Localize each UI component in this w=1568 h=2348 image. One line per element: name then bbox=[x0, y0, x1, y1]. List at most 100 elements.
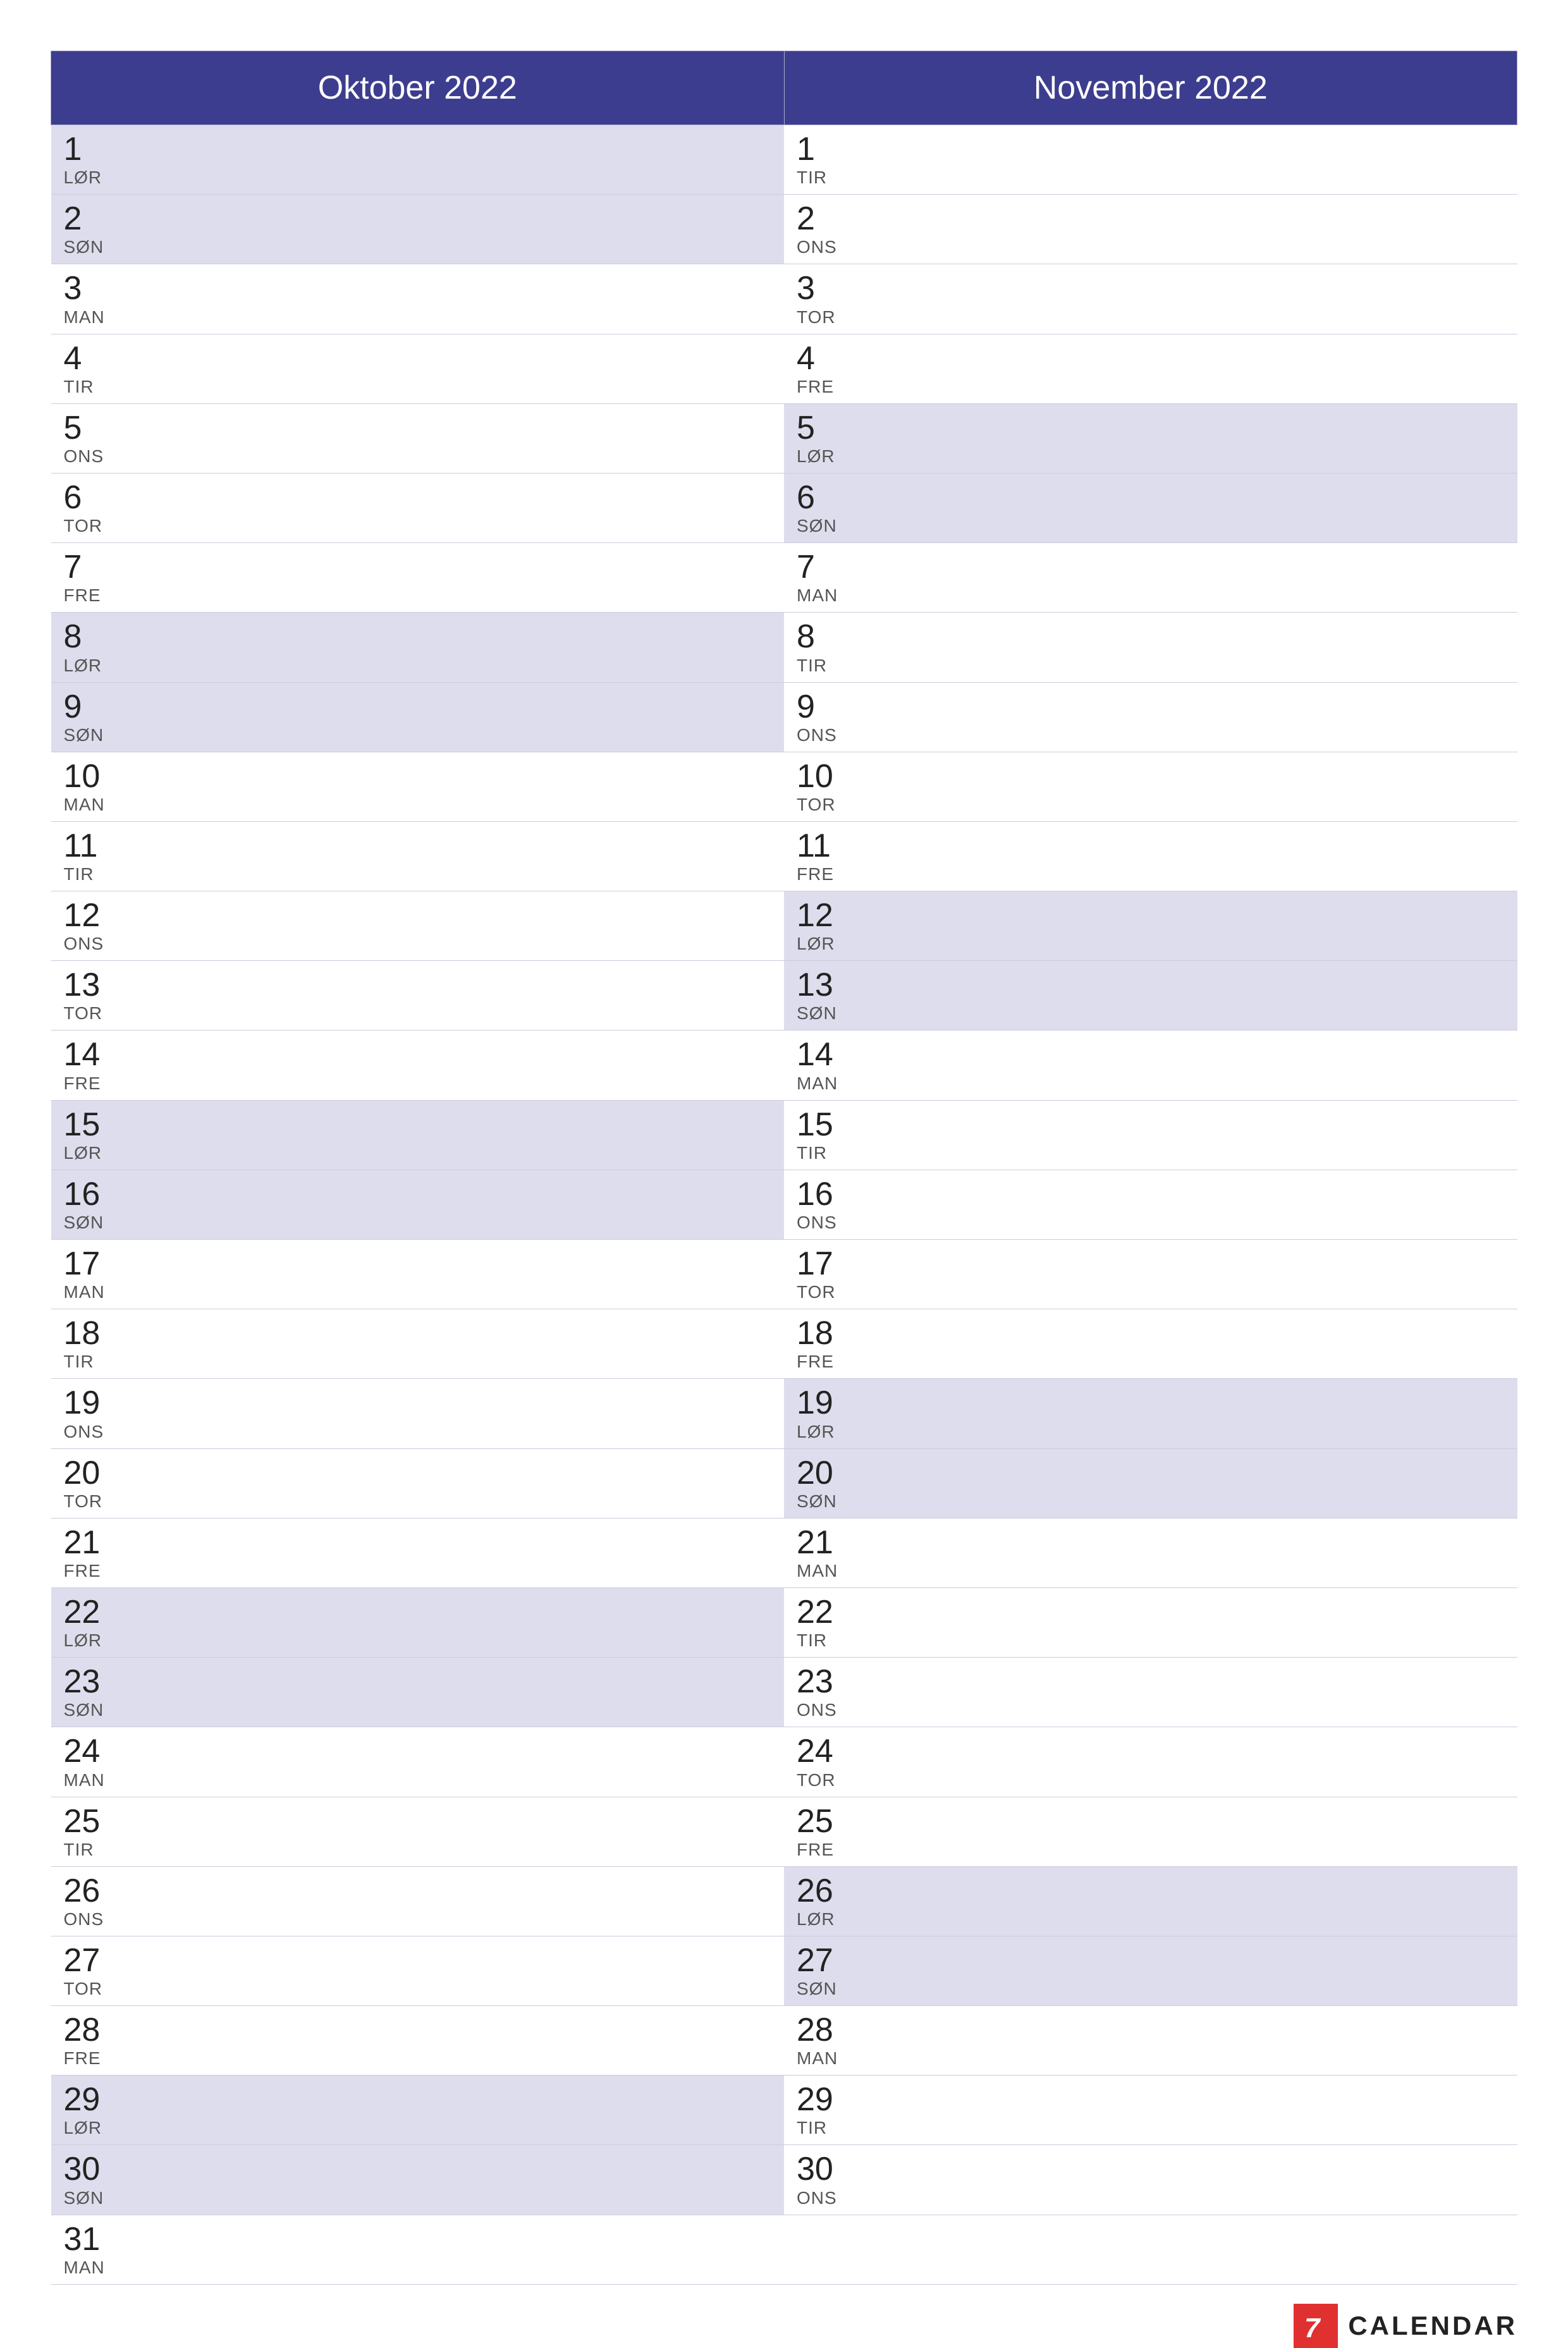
day-number: 11 bbox=[64, 828, 772, 864]
calendar-row: 4TIR4FRE bbox=[51, 334, 1517, 403]
day-number: 31 bbox=[64, 2222, 772, 2258]
calendar-row: 29LØR29TIR bbox=[51, 2076, 1517, 2145]
day-number: 1 bbox=[797, 131, 1505, 168]
calendar-row: 22LØR22TIR bbox=[51, 1587, 1517, 1657]
day-name: TIR bbox=[797, 1143, 1505, 1163]
day-name: TIR bbox=[64, 1352, 772, 1372]
day-number: 14 bbox=[797, 1037, 1505, 1073]
day-name: TIR bbox=[64, 377, 772, 397]
day-number: 3 bbox=[797, 271, 1505, 307]
day-name: TIR bbox=[797, 1630, 1505, 1651]
day-number: 9 bbox=[797, 689, 1505, 725]
logo-text: CALENDAR bbox=[1348, 2311, 1517, 2341]
day-name: TOR bbox=[797, 1770, 1505, 1790]
day-name: SØN bbox=[64, 725, 772, 745]
day-name: FRE bbox=[797, 377, 1505, 397]
day-number: 13 bbox=[797, 967, 1505, 1003]
day-name: SØN bbox=[797, 1003, 1505, 1024]
day-name: SØN bbox=[64, 1213, 772, 1233]
calendar-row: 10MAN10TOR bbox=[51, 752, 1517, 821]
day-name: LØR bbox=[797, 934, 1505, 954]
calendar-row: 5ONS5LØR bbox=[51, 403, 1517, 473]
calendar-row: 9SØN9ONS bbox=[51, 682, 1517, 752]
day-number: 6 bbox=[64, 480, 772, 516]
day-number: 3 bbox=[64, 271, 772, 307]
day-number: 24 bbox=[797, 1733, 1505, 1770]
calendar-row: 11TIR11FRE bbox=[51, 821, 1517, 891]
day-number: 20 bbox=[797, 1455, 1505, 1491]
calendar-row: 12ONS12LØR bbox=[51, 891, 1517, 961]
day-number: 19 bbox=[64, 1385, 772, 1421]
day-number: 30 bbox=[64, 2151, 772, 2187]
day-name: LØR bbox=[64, 168, 772, 188]
day-name: MAN bbox=[64, 1770, 772, 1790]
calendar-row: 27TOR27SØN bbox=[51, 1936, 1517, 2005]
day-name: TIR bbox=[797, 2118, 1505, 2138]
day-number: 28 bbox=[797, 2012, 1505, 2048]
day-name: TIR bbox=[797, 656, 1505, 676]
calendar-row: 24MAN24TOR bbox=[51, 1727, 1517, 1797]
day-number: 8 bbox=[64, 619, 772, 655]
day-name: SØN bbox=[64, 2188, 772, 2208]
month-header-november: November 2022 bbox=[784, 51, 1517, 125]
day-number: 7 bbox=[797, 549, 1505, 585]
calendar-row: 8LØR8TIR bbox=[51, 613, 1517, 682]
day-number: 12 bbox=[64, 898, 772, 934]
day-name: LØR bbox=[797, 1422, 1505, 1442]
day-name: TOR bbox=[64, 1979, 772, 1999]
day-name: MAN bbox=[797, 1561, 1505, 1581]
day-name: LØR bbox=[64, 656, 772, 676]
day-name: FRE bbox=[64, 585, 772, 606]
day-name: ONS bbox=[797, 237, 1505, 257]
day-number: 10 bbox=[797, 759, 1505, 795]
calendar-row: 28FRE28MAN bbox=[51, 2006, 1517, 2076]
day-name: LØR bbox=[797, 1909, 1505, 1929]
day-number: 22 bbox=[64, 1594, 772, 1630]
day-number: 6 bbox=[797, 480, 1505, 516]
day-number: 12 bbox=[797, 898, 1505, 934]
day-number: 29 bbox=[64, 2082, 772, 2118]
day-number: 13 bbox=[64, 967, 772, 1003]
day-name: MAN bbox=[64, 795, 772, 815]
day-number: 15 bbox=[797, 1107, 1505, 1143]
day-name: TIR bbox=[64, 1840, 772, 1860]
day-name: TOR bbox=[64, 1003, 772, 1024]
calendar-row: 30SØN30ONS bbox=[51, 2145, 1517, 2215]
day-name: ONS bbox=[64, 934, 772, 954]
calendar-row: 2SØN2ONS bbox=[51, 195, 1517, 264]
calendar-table: Oktober 2022 November 2022 1LØR1TIR2SØN2… bbox=[51, 51, 1517, 2285]
day-number: 26 bbox=[797, 1873, 1505, 1909]
day-number: 28 bbox=[64, 2012, 772, 2048]
logo: 7 CALENDAR bbox=[1294, 2304, 1517, 2348]
day-number: 26 bbox=[64, 1873, 772, 1909]
day-number: 2 bbox=[797, 201, 1505, 237]
day-number: 2 bbox=[64, 201, 772, 237]
day-number: 18 bbox=[797, 1316, 1505, 1352]
day-name: ONS bbox=[797, 1213, 1505, 1233]
calendar-row: 13TOR13SØN bbox=[51, 961, 1517, 1030]
day-number: 25 bbox=[64, 1804, 772, 1840]
day-number: 10 bbox=[64, 759, 772, 795]
calendar-row: 26ONS26LØR bbox=[51, 1866, 1517, 1936]
day-name: ONS bbox=[64, 446, 772, 467]
day-name: LØR bbox=[797, 446, 1505, 467]
day-number: 7 bbox=[64, 549, 772, 585]
day-name: SØN bbox=[797, 1979, 1505, 1999]
day-name: LØR bbox=[64, 1143, 772, 1163]
day-number: 24 bbox=[64, 1733, 772, 1770]
day-name: ONS bbox=[64, 1909, 772, 1929]
calendar-row: 18TIR18FRE bbox=[51, 1309, 1517, 1379]
day-number: 9 bbox=[64, 689, 772, 725]
day-number: 23 bbox=[64, 1664, 772, 1700]
day-name: ONS bbox=[797, 725, 1505, 745]
day-name: FRE bbox=[797, 1840, 1505, 1860]
day-name: SØN bbox=[64, 237, 772, 257]
day-number: 19 bbox=[797, 1385, 1505, 1421]
day-name: LØR bbox=[64, 2118, 772, 2138]
footer: 7 CALENDAR bbox=[51, 2285, 1517, 2348]
day-number: 11 bbox=[797, 828, 1505, 864]
day-name: FRE bbox=[64, 1073, 772, 1094]
day-number: 5 bbox=[797, 410, 1505, 446]
calendar-row: 15LØR15TIR bbox=[51, 1100, 1517, 1170]
day-name: FRE bbox=[64, 2048, 772, 2069]
